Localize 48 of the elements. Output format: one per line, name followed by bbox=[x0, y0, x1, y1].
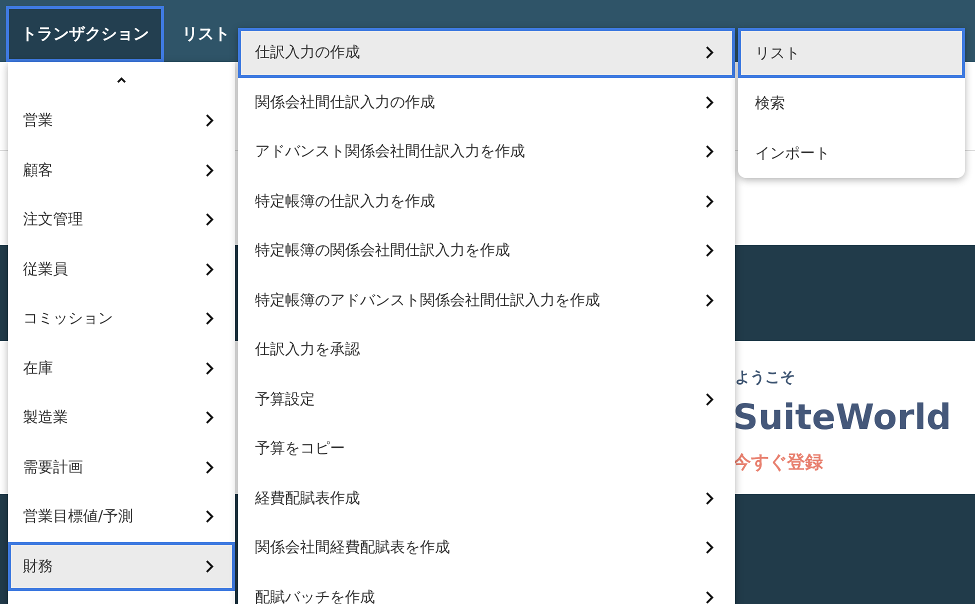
chevron-right-icon bbox=[205, 460, 214, 474]
menu-item[interactable]: 経費配賦表作成 bbox=[238, 474, 735, 523]
chevron-right-icon bbox=[205, 114, 214, 128]
menu-item[interactable]: 顧客 bbox=[8, 146, 235, 195]
chevron-right-icon bbox=[705, 46, 714, 60]
menu-item[interactable]: 配賦バッチを作成 bbox=[238, 572, 735, 604]
chevron-right-icon bbox=[705, 96, 714, 109]
menu-item[interactable]: 従業員 bbox=[8, 244, 235, 294]
menu-item[interactable]: 予算設定 bbox=[238, 374, 735, 424]
menu-item[interactable]: アドバンスト関係会社間仕訳入力を作成 bbox=[238, 127, 735, 176]
chevron-right-icon bbox=[205, 560, 214, 573]
welcome-text: ようこそ bbox=[735, 368, 795, 387]
chevron-right-icon bbox=[205, 262, 214, 276]
chevron-right-icon bbox=[705, 244, 714, 258]
menu-item[interactable]: 営業目標値/予測 bbox=[8, 492, 235, 542]
banner-title: SuiteWorld bbox=[733, 398, 952, 438]
chevron-right-icon bbox=[705, 392, 714, 406]
menu-item[interactable]: 特定帳簿のアドバンスト関係会社間仕訳入力を作成 bbox=[238, 276, 735, 325]
menu-item[interactable]: 関係会社間仕訳入力の作成 bbox=[238, 78, 735, 127]
menu-item[interactable]: 営業 bbox=[8, 96, 235, 146]
chevron-right-icon bbox=[705, 145, 714, 158]
menu-item[interactable]: 検索 bbox=[738, 78, 965, 128]
chevron-right-icon bbox=[205, 510, 214, 524]
menu-item[interactable]: 予算をコピー bbox=[238, 424, 735, 474]
menu-item[interactable]: 財務 bbox=[8, 542, 235, 591]
menu-item[interactable]: インポート bbox=[738, 128, 965, 178]
chevron-right-icon bbox=[705, 590, 714, 604]
menu-item[interactable]: 仕訳入力を承認 bbox=[238, 325, 735, 374]
chevron-right-icon bbox=[705, 294, 714, 307]
nav-tab[interactable]: トランザクション bbox=[6, 6, 164, 62]
menu-item[interactable]: 関係会社間経費配賦表を作成 bbox=[238, 523, 735, 572]
menu-item[interactable]: 需要計画 bbox=[8, 442, 235, 492]
menu-item[interactable]: 製造業 bbox=[8, 393, 235, 442]
chevron-right-icon bbox=[705, 194, 714, 208]
chevron-right-icon bbox=[205, 213, 214, 226]
chevron-right-icon bbox=[205, 312, 214, 326]
menu-item[interactable]: 在庫 bbox=[8, 344, 235, 393]
chevron-right-icon bbox=[205, 362, 214, 375]
menu-item[interactable]: 特定帳簿の関係会社間仕訳入力を作成 bbox=[238, 226, 735, 276]
menu-item[interactable]: 特定帳簿の仕訳入力を作成 bbox=[238, 176, 735, 226]
chevron-right-icon bbox=[205, 164, 214, 177]
chevron-right-icon bbox=[705, 541, 714, 554]
menu-item[interactable]: 注文管理 bbox=[8, 195, 235, 244]
chevron-right-icon bbox=[205, 411, 214, 424]
menu-item[interactable]: コミッション bbox=[8, 294, 235, 344]
menu-item[interactable]: リスト bbox=[738, 28, 965, 78]
menu-item[interactable]: 仕訳入力の作成 bbox=[238, 28, 735, 78]
chevron-right-icon bbox=[705, 492, 714, 505]
